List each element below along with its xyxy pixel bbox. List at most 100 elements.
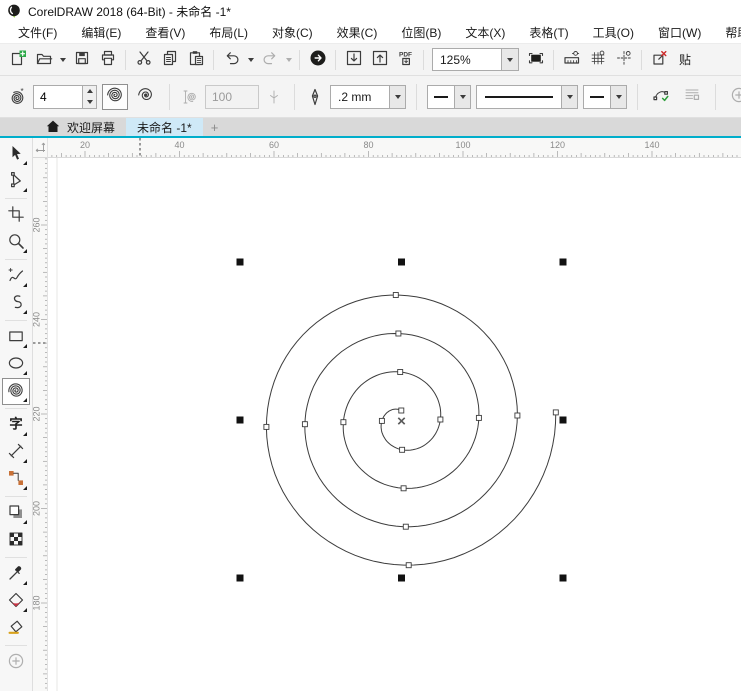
- two-point-line-tool[interactable]: [2, 290, 30, 317]
- fullscreen-preview-button[interactable]: [523, 47, 548, 72]
- selection-handle[interactable]: [237, 259, 244, 266]
- transparency-tool[interactable]: [2, 527, 30, 554]
- interactive-fill-tool[interactable]: [2, 588, 30, 615]
- curve-node[interactable]: [400, 447, 405, 452]
- menu-item-0[interactable]: 文件(F): [6, 22, 69, 43]
- start-arrowhead-combo[interactable]: [427, 85, 471, 109]
- color-eyedropper-tool[interactable]: [2, 561, 30, 588]
- curve-node[interactable]: [476, 415, 481, 420]
- menu-item-7[interactable]: 文本(X): [453, 22, 517, 43]
- line-style-dropdown[interactable]: [561, 86, 577, 108]
- customize-plus[interactable]: [2, 649, 30, 676]
- curve-node[interactable]: [396, 331, 401, 336]
- zoom-level-combo[interactable]: 125%: [432, 48, 519, 71]
- crop-tool[interactable]: [2, 202, 30, 229]
- symmetric-spiral-button[interactable]: [102, 84, 128, 110]
- snap-to-label[interactable]: 贴: [673, 51, 693, 68]
- parallel-dimension-tool[interactable]: [2, 439, 30, 466]
- new-tab-button[interactable]: +: [203, 118, 227, 136]
- curve-node[interactable]: [515, 413, 520, 418]
- drop-shadow-tool[interactable]: [2, 500, 30, 527]
- cut-button[interactable]: [131, 47, 156, 72]
- curve-node[interactable]: [341, 420, 346, 425]
- show-guidelines-button[interactable]: [611, 47, 636, 72]
- launch-button[interactable]: [305, 47, 330, 72]
- text-tool[interactable]: 字: [2, 412, 30, 439]
- undo-button[interactable]: [219, 47, 244, 72]
- selection-handle[interactable]: [237, 575, 244, 582]
- vertical-ruler[interactable]: 260240220200180: [33, 158, 48, 691]
- snap-off-button[interactable]: [647, 47, 672, 72]
- tab-welcome-screen[interactable]: 欢迎屏幕: [33, 118, 126, 136]
- open-document-button[interactable]: [31, 47, 56, 72]
- menu-item-8[interactable]: 表格(T): [517, 22, 580, 43]
- end-arrowhead-dropdown[interactable]: [610, 86, 626, 108]
- start-arrowhead-dropdown[interactable]: [454, 86, 470, 108]
- shape-tool[interactable]: [2, 168, 30, 195]
- logarithmic-spiral-button[interactable]: [133, 84, 159, 110]
- curve-node[interactable]: [438, 417, 443, 422]
- rectangle-tool[interactable]: [2, 324, 30, 351]
- smart-fill-tool[interactable]: [2, 615, 30, 642]
- copy-button[interactable]: [157, 47, 182, 72]
- paste-button[interactable]: [183, 47, 208, 72]
- curve-node[interactable]: [398, 370, 403, 375]
- export-button[interactable]: [367, 47, 392, 72]
- drawing-canvas[interactable]: [48, 158, 741, 691]
- menu-item-5[interactable]: 效果(C): [325, 22, 390, 43]
- selection-handle[interactable]: [398, 575, 405, 582]
- selection-handle[interactable]: [398, 259, 405, 266]
- menu-item-1[interactable]: 编辑(E): [69, 22, 133, 43]
- save-button[interactable]: [69, 47, 94, 72]
- menu-item-11[interactable]: 帮助(H): [713, 22, 741, 43]
- zoom-level-dropdown[interactable]: [502, 48, 519, 71]
- menu-item-2[interactable]: 查看(V): [133, 22, 197, 43]
- pdf-publish-button[interactable]: PDF: [393, 47, 418, 72]
- menu-item-3[interactable]: 布局(L): [197, 22, 260, 43]
- print-button[interactable]: [95, 47, 120, 72]
- horizontal-ruler[interactable]: 20406080100120140: [48, 138, 741, 158]
- new-document-button[interactable]: [5, 47, 30, 72]
- curve-node[interactable]: [553, 410, 558, 415]
- ruler-origin-corner[interactable]: [33, 138, 48, 158]
- undo-dropdown[interactable]: [245, 47, 256, 72]
- zoom-tool[interactable]: [2, 229, 30, 256]
- spiral-object[interactable]: [264, 293, 558, 568]
- object-center-marker[interactable]: [398, 418, 404, 424]
- curve-node[interactable]: [393, 293, 398, 298]
- show-grid-button[interactable]: [585, 47, 610, 72]
- close-curve-button[interactable]: [648, 84, 674, 110]
- curve-node[interactable]: [379, 418, 384, 423]
- end-arrowhead-combo[interactable]: [583, 85, 627, 109]
- menu-item-6[interactable]: 位图(B): [389, 22, 453, 43]
- curve-node[interactable]: [264, 424, 269, 429]
- spin-up-button[interactable]: [83, 86, 96, 97]
- connector-tool[interactable]: [2, 466, 30, 493]
- menu-item-10[interactable]: 窗口(W): [646, 22, 713, 43]
- selection-handle[interactable]: [237, 417, 244, 424]
- selection-handle[interactable]: [560, 417, 567, 424]
- selection-handle[interactable]: [560, 259, 567, 266]
- spin-down-button[interactable]: [83, 97, 96, 108]
- tab-document-1[interactable]: 未命名 -1*: [126, 118, 203, 136]
- menu-item-9[interactable]: 工具(O): [581, 22, 646, 43]
- spiral-revolutions-spinner[interactable]: [33, 85, 97, 109]
- curve-node[interactable]: [406, 563, 411, 568]
- curve-node[interactable]: [399, 408, 404, 413]
- spiral-tool[interactable]: [2, 378, 30, 405]
- pick-tool[interactable]: [2, 141, 30, 168]
- curve-node[interactable]: [403, 524, 408, 529]
- menu-item-4[interactable]: 对象(C): [260, 22, 325, 43]
- selection-handle[interactable]: [560, 575, 567, 582]
- spiral-revolutions-input[interactable]: [33, 85, 83, 109]
- curve-node[interactable]: [302, 422, 307, 427]
- import-button[interactable]: [341, 47, 366, 72]
- open-document-dropdown[interactable]: [57, 47, 68, 72]
- curve-node[interactable]: [401, 486, 406, 491]
- outline-width-combo[interactable]: .2 mm: [330, 85, 406, 109]
- line-style-combo[interactable]: [476, 85, 578, 109]
- outline-width-dropdown[interactable]: [389, 86, 405, 108]
- show-rulers-button[interactable]: [559, 47, 584, 72]
- freehand-tool[interactable]: [2, 263, 30, 290]
- ellipse-tool[interactable]: [2, 351, 30, 378]
